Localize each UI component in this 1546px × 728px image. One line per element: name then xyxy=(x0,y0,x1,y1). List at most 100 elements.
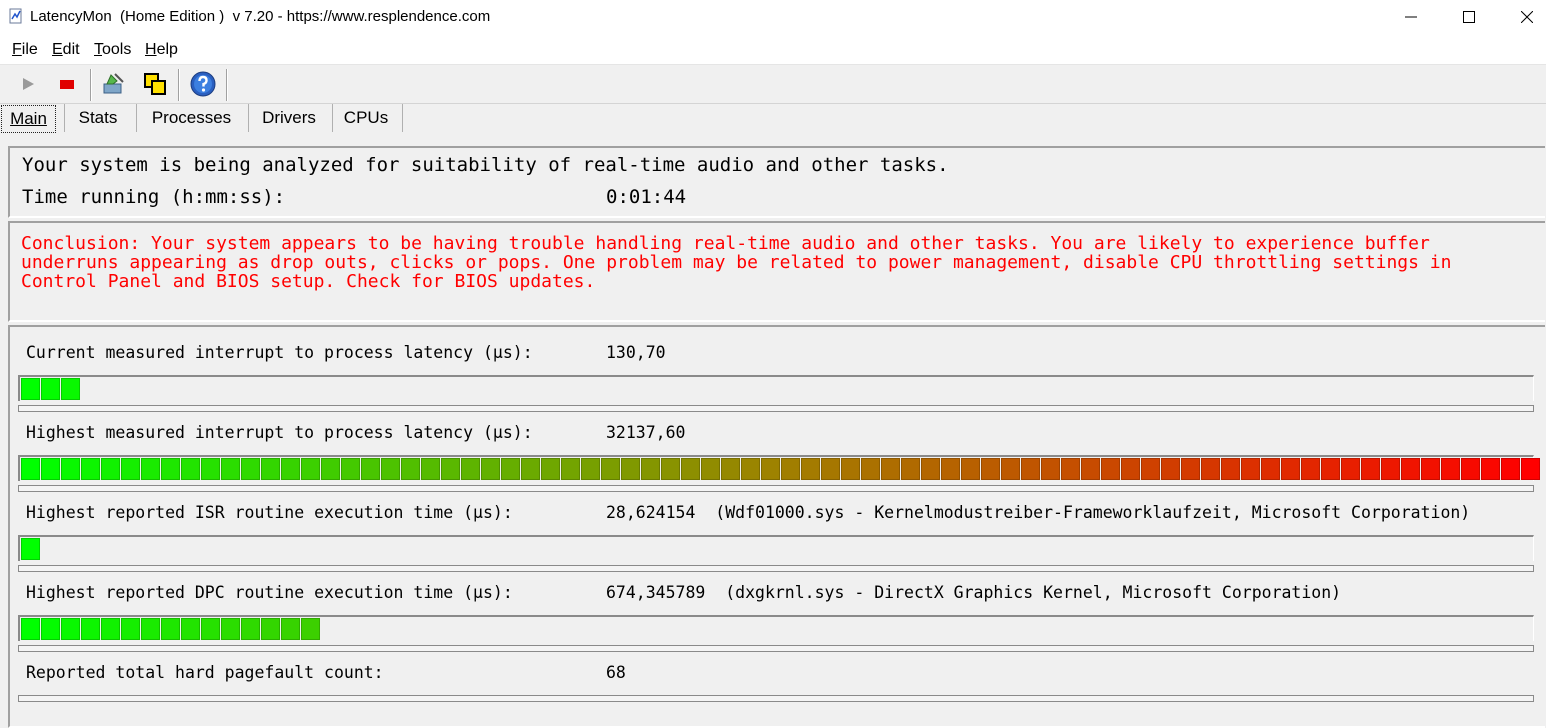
meter-segment xyxy=(141,618,160,640)
title-bar: LatencyMon (Home Edition ) v 7.20 - http… xyxy=(0,0,1546,34)
meter-segment xyxy=(741,458,760,480)
tab-stats[interactable]: Stats xyxy=(68,105,128,131)
help-button[interactable] xyxy=(188,69,218,99)
meter-segment xyxy=(521,458,540,480)
meter-segment xyxy=(761,458,780,480)
toolbar xyxy=(0,65,1546,104)
meter-segment xyxy=(461,458,480,480)
meter-segment xyxy=(601,458,620,480)
minimize-button[interactable] xyxy=(1382,0,1440,34)
conclusion-text: Conclusion: Your system appears to be ha… xyxy=(21,233,1452,292)
dpc-time-bar xyxy=(18,615,1534,641)
meter-segment xyxy=(1401,458,1420,480)
meter-segment xyxy=(941,458,960,480)
meter-segment xyxy=(1361,458,1380,480)
dpc-time-label: Highest reported DPC routine execution t… xyxy=(26,583,513,602)
meter-segment xyxy=(641,458,660,480)
meter-segment xyxy=(241,618,260,640)
meter-segment xyxy=(1001,458,1020,480)
dpc-time-value: 674,345789 (dxgkrnl.sys - DirectX Graphi… xyxy=(606,583,1342,602)
menu-file[interactable]: File xyxy=(12,41,38,59)
meter-segment xyxy=(901,458,920,480)
meter-segment xyxy=(1421,458,1440,480)
meter-segment xyxy=(1181,458,1200,480)
bar-divider xyxy=(18,695,1534,702)
meter-segment xyxy=(561,458,580,480)
meter-segment xyxy=(1381,458,1400,480)
meter-segment xyxy=(921,458,940,480)
toolbar-separator xyxy=(90,69,92,101)
maximize-button[interactable] xyxy=(1440,0,1498,34)
meter-segment xyxy=(1021,458,1040,480)
play-button[interactable] xyxy=(13,69,43,99)
play-icon xyxy=(23,78,34,90)
meter-segment xyxy=(501,458,520,480)
meter-segment xyxy=(21,538,40,560)
meter-segment xyxy=(441,458,460,480)
menu-help[interactable]: Help xyxy=(145,41,178,59)
pagefault-count-value: 68 xyxy=(606,663,626,682)
meter-segment xyxy=(1041,458,1060,480)
meter-segment xyxy=(381,458,400,480)
meter-segment xyxy=(1201,458,1220,480)
meter-segment xyxy=(1461,458,1480,480)
meter-segment xyxy=(341,458,360,480)
meter-segment xyxy=(21,618,40,640)
meter-segment xyxy=(181,458,200,480)
app-icon xyxy=(8,8,24,24)
meter-segment xyxy=(1441,458,1460,480)
meter-segment xyxy=(821,458,840,480)
meter-segment xyxy=(261,618,280,640)
toolbar-separator xyxy=(178,69,180,101)
meter-segment xyxy=(81,458,100,480)
meter-segment xyxy=(861,458,880,480)
meter-segment xyxy=(221,458,240,480)
meter-segment xyxy=(421,458,440,480)
isr-time-bar xyxy=(18,535,1534,561)
tab-drivers[interactable]: Drivers xyxy=(252,105,326,131)
meter-segment xyxy=(681,458,700,480)
meter-segment xyxy=(801,458,820,480)
highest-latency-label: Highest measured interrupt to process la… xyxy=(26,423,533,442)
tab-cpus[interactable]: CPUs xyxy=(336,105,396,131)
windows-icon xyxy=(144,73,166,95)
meter-segment xyxy=(1161,458,1180,480)
window-title: LatencyMon (Home Edition ) v 7.20 - http… xyxy=(30,8,491,25)
bar-divider xyxy=(18,565,1534,572)
stop-button[interactable] xyxy=(52,69,82,99)
meter-segment xyxy=(1501,458,1520,480)
meter-segment xyxy=(401,458,420,480)
meter-segment xyxy=(201,458,220,480)
menu-tools[interactable]: Tools xyxy=(94,41,131,59)
meter-segment xyxy=(1321,458,1340,480)
pagefault-count-label: Reported total hard pagefault count: xyxy=(26,663,384,682)
meter-segment xyxy=(481,458,500,480)
meter-segment xyxy=(301,458,320,480)
meter-segment xyxy=(161,618,180,640)
conclusion-panel: Conclusion: Your system appears to be ha… xyxy=(8,221,1545,322)
meter-segment xyxy=(1261,458,1280,480)
bar-divider xyxy=(18,645,1534,652)
meter-segment xyxy=(261,458,280,480)
meter-segment xyxy=(81,618,100,640)
highest-latency-bar xyxy=(18,455,1540,481)
meter-segment xyxy=(1141,458,1160,480)
windows-button[interactable] xyxy=(140,69,170,99)
meter-segment xyxy=(161,458,180,480)
current-latency-value: 130,70 xyxy=(606,343,666,362)
meter-segment xyxy=(61,618,80,640)
meter-segment xyxy=(1481,458,1500,480)
meter-segment xyxy=(621,458,640,480)
meter-segment xyxy=(1221,458,1240,480)
highest-latency-value: 32137,60 xyxy=(606,423,686,442)
tab-main[interactable]: Main xyxy=(1,105,56,133)
settings-wizard-button[interactable] xyxy=(99,69,129,99)
meter-segment xyxy=(141,458,160,480)
metrics-panel: Current measured interrupt to process la… xyxy=(8,325,1545,728)
menu-edit[interactable]: Edit xyxy=(52,41,80,59)
time-running-label: Time running (h:mm:ss): xyxy=(22,186,286,208)
tab-processes[interactable]: Processes xyxy=(141,105,242,131)
meter-segment xyxy=(781,458,800,480)
meter-segment xyxy=(541,458,560,480)
close-button[interactable] xyxy=(1498,0,1546,34)
